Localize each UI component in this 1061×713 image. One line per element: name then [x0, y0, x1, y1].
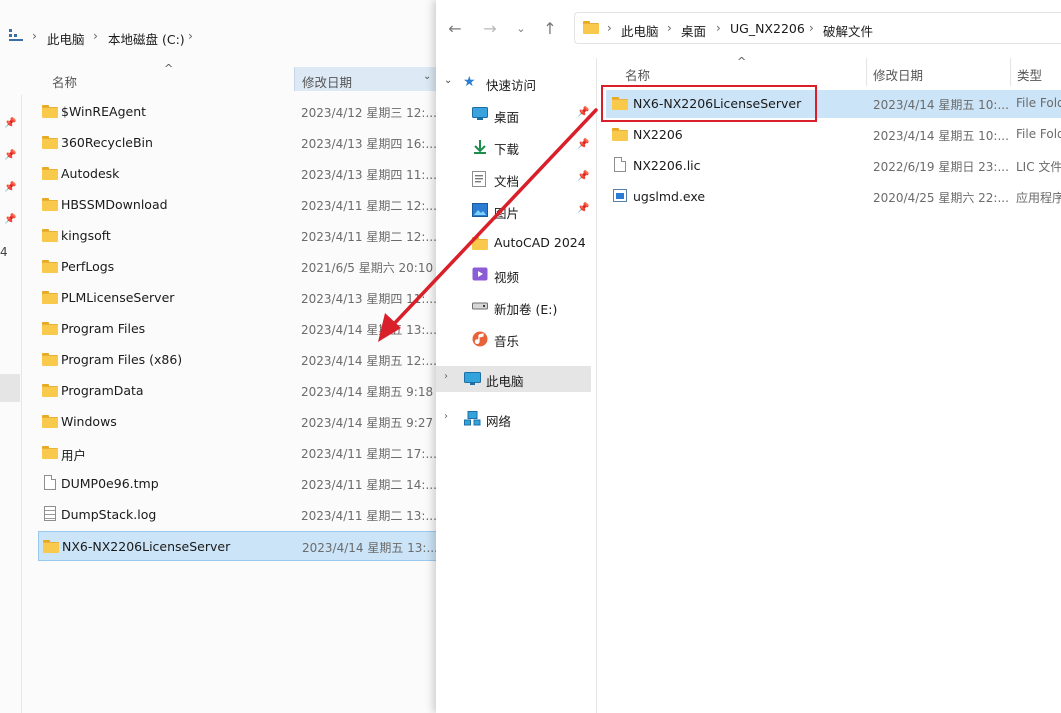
annotation-arrow-icon	[378, 108, 598, 342]
